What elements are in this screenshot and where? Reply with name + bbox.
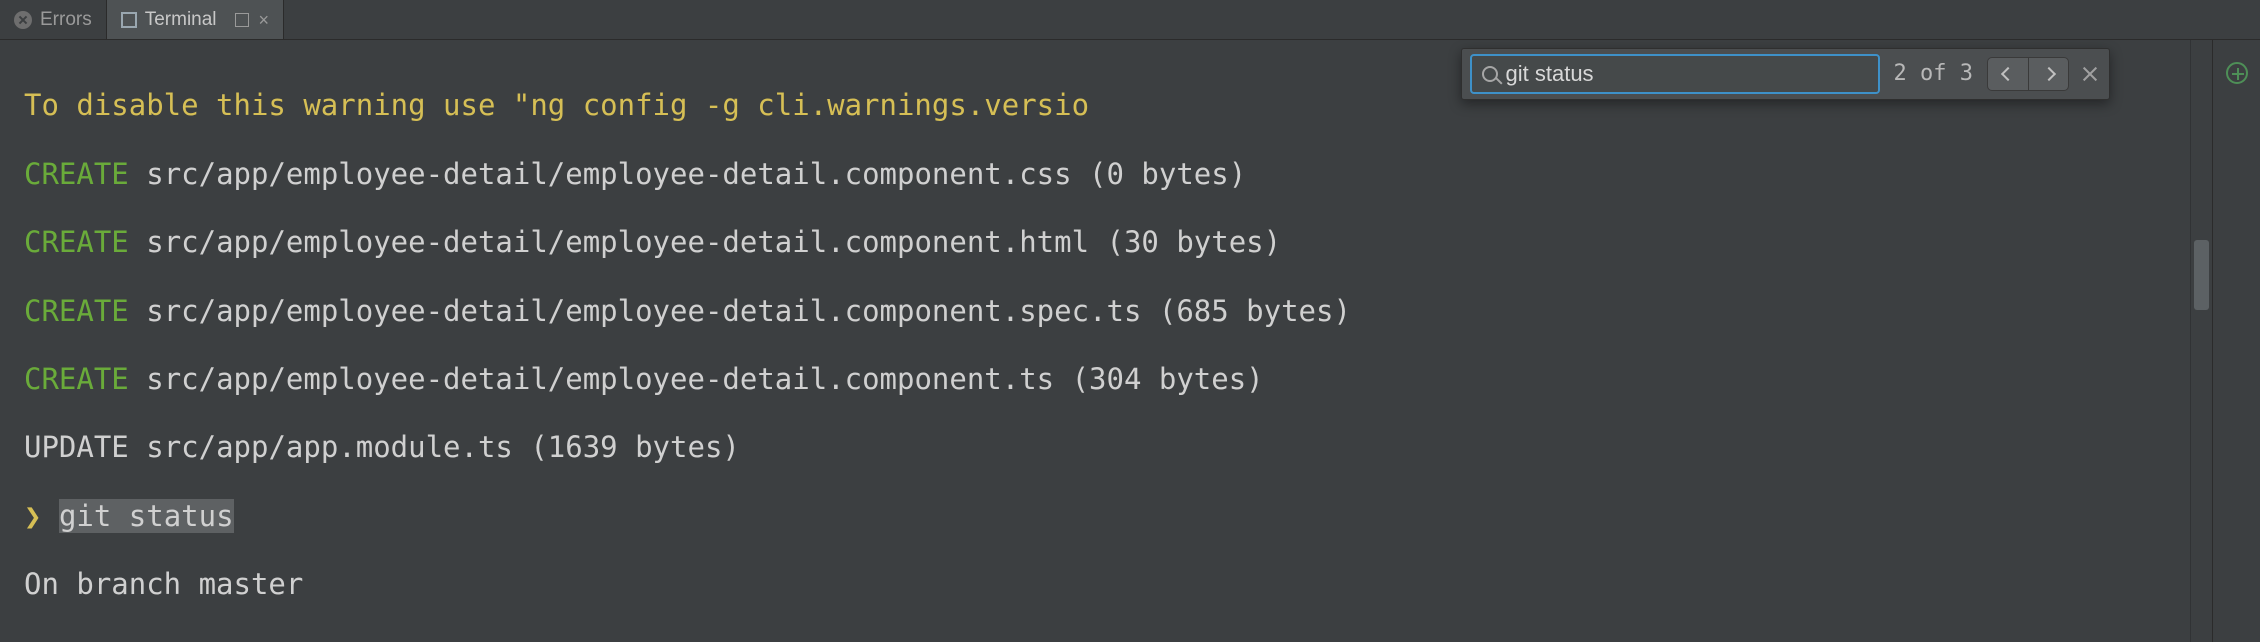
create-path: src/app/employee-detail/employee-detail.… xyxy=(146,225,1281,259)
find-bar: 2 of 3 xyxy=(1461,48,2110,100)
find-actions xyxy=(1987,57,2099,91)
terminal-icon xyxy=(121,12,137,28)
tab-errors[interactable]: Errors xyxy=(0,0,107,39)
create-prefix: CREATE xyxy=(24,362,129,396)
terminal-output[interactable]: To disable this warning use "ng config -… xyxy=(0,40,2190,642)
tab-controls: × xyxy=(235,11,270,29)
find-input-container xyxy=(1470,54,1880,94)
create-prefix: CREATE xyxy=(24,157,129,191)
find-result-count: 2 of 3 xyxy=(1894,61,1973,87)
create-prefix: CREATE xyxy=(24,294,129,328)
search-icon xyxy=(1482,66,1498,82)
scrollbar[interactable] xyxy=(2190,40,2212,642)
warning-line: To disable this warning use "ng config -… xyxy=(24,88,1089,122)
dock-icon[interactable] xyxy=(235,13,249,27)
tool-window-tabbar: Errors Terminal × xyxy=(0,0,2260,40)
find-input[interactable] xyxy=(1506,61,1868,87)
update-path: src/app/app.module.ts (1639 bytes) xyxy=(146,430,740,464)
content-area: To disable this warning use "ng config -… xyxy=(0,40,2260,642)
find-prev-button[interactable] xyxy=(1988,58,2028,90)
prompt-symbol: ❯ xyxy=(24,499,41,533)
create-path: src/app/employee-detail/employee-detail.… xyxy=(146,157,1246,191)
chevron-left-icon xyxy=(2001,67,2015,81)
errors-icon xyxy=(14,11,32,29)
create-path: src/app/employee-detail/employee-detail.… xyxy=(146,294,1351,328)
output-line: On branch master xyxy=(24,567,2190,601)
chevron-right-icon xyxy=(2041,67,2055,81)
command-highlight: git status xyxy=(59,499,234,533)
tab-terminal[interactable]: Terminal × xyxy=(107,0,284,39)
find-next-button[interactable] xyxy=(2028,58,2068,90)
tab-close-icon[interactable]: × xyxy=(259,11,270,29)
tab-errors-label: Errors xyxy=(40,9,92,31)
find-nav-buttons xyxy=(1987,57,2069,91)
create-prefix: CREATE xyxy=(24,225,129,259)
find-close-button[interactable] xyxy=(2081,65,2099,83)
create-path: src/app/employee-detail/employee-detail.… xyxy=(146,362,1263,396)
scrollbar-thumb[interactable] xyxy=(2194,240,2209,310)
tab-terminal-label: Terminal xyxy=(145,9,217,31)
right-gutter xyxy=(2212,40,2260,642)
update-prefix: UPDATE xyxy=(24,430,129,464)
add-session-icon[interactable] xyxy=(2226,62,2248,84)
